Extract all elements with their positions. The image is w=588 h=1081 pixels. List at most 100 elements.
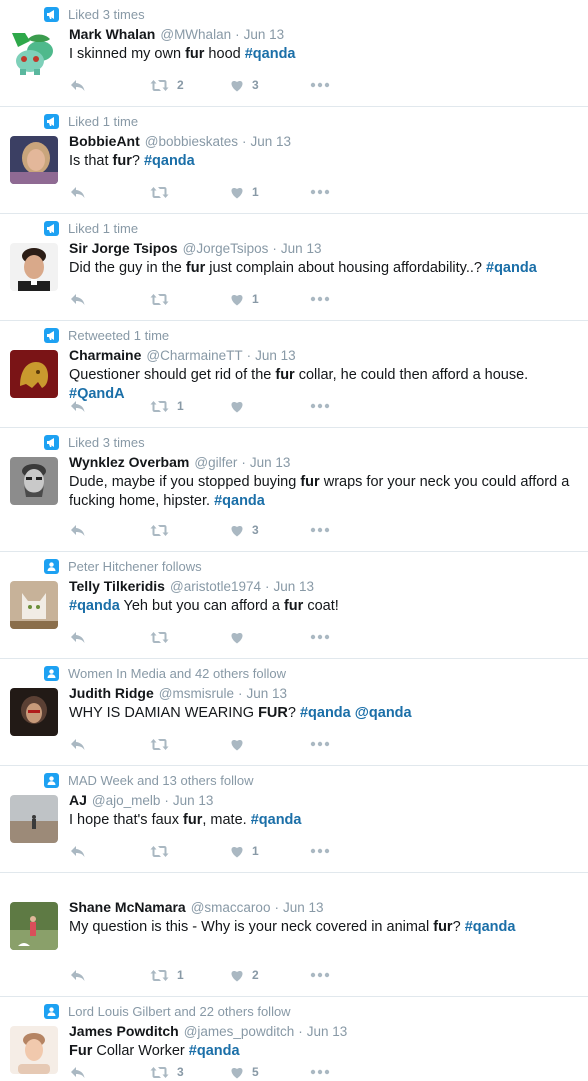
hashtag-link[interactable]: @qanda: [355, 705, 412, 721]
hashtag-link[interactable]: #qanda: [189, 1043, 240, 1059]
retweet-button[interactable]: [150, 293, 230, 306]
more-button[interactable]: [310, 527, 330, 533]
author-name[interactable]: Wynklez Overbam: [69, 454, 189, 470]
hashtag-link[interactable]: #qanda: [486, 260, 537, 276]
author-name[interactable]: Mark Whalan: [69, 26, 155, 42]
reply-button[interactable]: [70, 186, 150, 199]
author-name[interactable]: Telly Tilkeridis: [69, 578, 165, 594]
tweet[interactable]: Shane McNamara @smaccaroo · Jun 13 My questi…: [0, 873, 588, 997]
reply-button[interactable]: [70, 969, 150, 982]
like-button[interactable]: 3: [230, 523, 310, 537]
like-button[interactable]: 1: [230, 185, 310, 199]
author-handle[interactable]: @CharmaineTT: [146, 348, 242, 363]
hashtag-link[interactable]: #qanda: [251, 812, 302, 828]
tweet-timestamp[interactable]: Jun 13: [255, 348, 296, 363]
tweet[interactable]: Peter Hitchener follows Telly Tilkeridis @…: [0, 552, 588, 659]
bulbasaur-avatar[interactable]: [10, 29, 58, 77]
hashtag-link[interactable]: #qanda: [245, 46, 296, 62]
hashtag-link[interactable]: #qanda: [144, 153, 195, 169]
tweet[interactable]: Lord Louis Gilbert and 22 others follow J…: [0, 997, 588, 1081]
like-button[interactable]: 2: [230, 968, 310, 982]
like-button[interactable]: 5: [230, 1065, 310, 1079]
tweet[interactable]: Retweeted 1 time Charmaine @CharmaineTT · Ju…: [0, 321, 588, 428]
like-button[interactable]: [230, 738, 310, 751]
reply-button[interactable]: [70, 631, 150, 644]
reply-button[interactable]: [70, 293, 150, 306]
like-button[interactable]: [230, 400, 310, 413]
author-name[interactable]: Judith Ridge: [69, 685, 154, 701]
author-name[interactable]: Charmaine: [69, 347, 141, 363]
author-name[interactable]: Sir Jorge Tsipos: [69, 240, 178, 256]
woman-portrait-avatar[interactable]: [10, 136, 58, 184]
author-handle[interactable]: @bobbieskates: [145, 134, 238, 149]
like-button[interactable]: 1: [230, 844, 310, 858]
tweet[interactable]: Liked 1 time Sir Jorge Tsipos @JorgeTsipos…: [0, 214, 588, 321]
more-button[interactable]: [310, 1069, 330, 1075]
reply-button[interactable]: [70, 845, 150, 858]
park-avatar[interactable]: [10, 902, 58, 950]
retweet-button[interactable]: 3: [150, 1065, 230, 1079]
tweet-timestamp[interactable]: Jun 13: [281, 241, 322, 256]
author-handle[interactable]: @msmisrule: [159, 686, 234, 701]
more-button[interactable]: [310, 848, 330, 854]
author-name[interactable]: BobbieAnt: [69, 133, 140, 149]
more-button[interactable]: [310, 189, 330, 195]
tweet-timestamp[interactable]: Jun 13: [274, 579, 315, 594]
author-handle[interactable]: @ajo_melb: [92, 793, 161, 808]
retweet-button[interactable]: [150, 738, 230, 751]
tweet-timestamp[interactable]: Jun 13: [251, 134, 292, 149]
retweet-button[interactable]: 2: [150, 78, 230, 92]
more-button[interactable]: [310, 82, 330, 88]
more-button[interactable]: [310, 403, 330, 409]
woman-dark-avatar[interactable]: [10, 688, 58, 736]
tweet-timestamp[interactable]: Jun 13: [283, 900, 324, 915]
author-handle[interactable]: @gilfer: [194, 455, 237, 470]
tweet[interactable]: Women In Media and 42 others follow Judit…: [0, 659, 588, 766]
author-handle[interactable]: @JorgeTsipos: [183, 241, 269, 256]
tweet-timestamp[interactable]: Jun 13: [244, 27, 285, 42]
reply-button[interactable]: [70, 400, 150, 413]
hashtag-link[interactable]: #qanda: [300, 705, 351, 721]
tweet[interactable]: Liked 1 time BobbieAnt @bobbieskates · Jun 1…: [0, 107, 588, 214]
like-button[interactable]: 3: [230, 78, 310, 92]
author-handle[interactable]: @james_powditch: [184, 1024, 295, 1039]
tweet-timestamp[interactable]: Jun 13: [307, 1024, 348, 1039]
more-button[interactable]: [310, 741, 330, 747]
tweet[interactable]: MAD Week and 13 others follow AJ @ajo_melb…: [0, 766, 588, 873]
like-button[interactable]: [230, 631, 310, 644]
man-portrait-avatar[interactable]: [10, 243, 58, 291]
tweet-timestamp[interactable]: Jun 13: [173, 793, 214, 808]
author-name[interactable]: AJ: [69, 792, 87, 808]
tweet-timestamp[interactable]: Jun 13: [250, 455, 291, 470]
reply-button[interactable]: [70, 524, 150, 537]
tweet[interactable]: Liked 3 times Wynklez Overbam @gilfer · Jun …: [0, 428, 588, 552]
author-handle[interactable]: @MWhalan: [160, 27, 231, 42]
tweet-timestamp[interactable]: Jun 13: [247, 686, 288, 701]
retweet-button[interactable]: 1: [150, 968, 230, 982]
reply-button[interactable]: [70, 79, 150, 92]
reply-button[interactable]: [70, 1066, 150, 1079]
author-name[interactable]: Shane McNamara: [69, 899, 186, 915]
gold-mask-avatar[interactable]: [10, 350, 58, 398]
author-handle[interactable]: @smaccaroo: [191, 900, 271, 915]
more-button[interactable]: [310, 634, 330, 640]
hashtag-link[interactable]: #qanda: [465, 919, 516, 935]
hashtag-link[interactable]: #qanda: [69, 598, 120, 614]
author-name[interactable]: James Powditch: [69, 1023, 179, 1039]
beach-avatar[interactable]: [10, 795, 58, 843]
like-button[interactable]: 1: [230, 292, 310, 306]
man-pale-avatar[interactable]: [10, 1026, 58, 1074]
reply-button[interactable]: [70, 738, 150, 751]
retweet-button[interactable]: [150, 524, 230, 537]
tweet[interactable]: Liked 3 times Mark Whalan @MWhalan · Jun 13 I…: [0, 0, 588, 107]
cat-avatar[interactable]: [10, 581, 58, 629]
author-handle[interactable]: @aristotle1974: [170, 579, 261, 594]
hashtag-link[interactable]: #qanda: [214, 493, 265, 509]
more-button[interactable]: [310, 296, 330, 302]
retweet-button[interactable]: [150, 845, 230, 858]
retweet-button[interactable]: [150, 631, 230, 644]
retweet-button[interactable]: [150, 186, 230, 199]
more-button[interactable]: [310, 972, 330, 978]
bearded-man-avatar[interactable]: [10, 457, 58, 505]
retweet-button[interactable]: 1: [150, 399, 230, 413]
